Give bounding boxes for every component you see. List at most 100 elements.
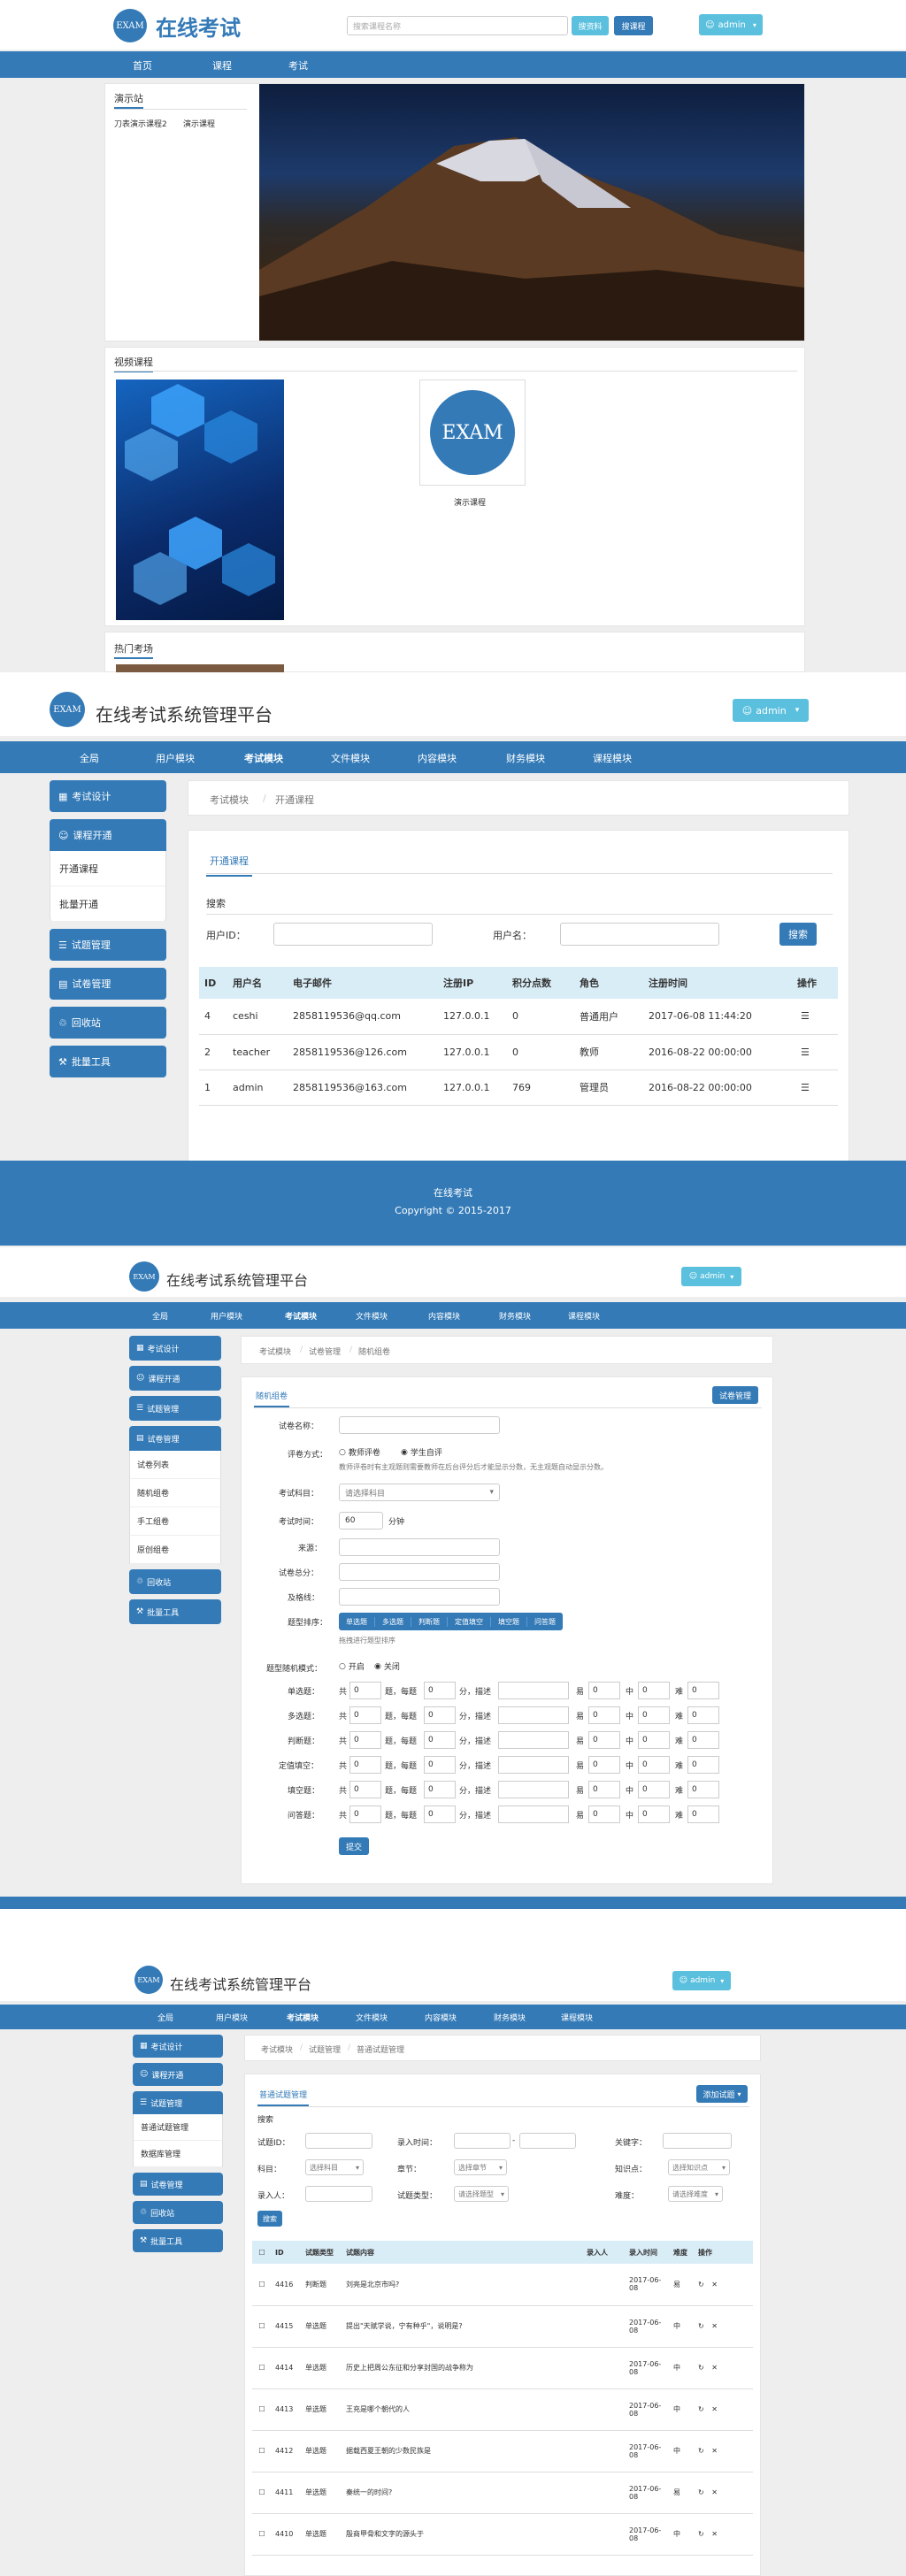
- sidebar-question-mgmt[interactable]: ☰ 试题管理: [129, 1396, 221, 1421]
- nav-exam-module[interactable]: 考试模块: [287, 2012, 319, 2023]
- sidebar-exam-design[interactable]: ▦ 考试设计: [133, 2035, 223, 2058]
- nav-global[interactable]: 全局: [157, 2012, 173, 2023]
- nav-courses[interactable]: 课程: [212, 58, 232, 73]
- medium-input[interactable]: 0: [638, 1781, 670, 1798]
- nav-file-module[interactable]: 文件模块: [331, 751, 370, 765]
- add-question-button[interactable]: 添加试题 ▾: [696, 2085, 748, 2103]
- score-input[interactable]: 0: [424, 1781, 456, 1798]
- score-input[interactable]: 0: [424, 1706, 456, 1724]
- submit-button[interactable]: 提交: [339, 1837, 369, 1855]
- radio-random-off[interactable]: ◉ 关闭: [374, 1660, 400, 1673]
- question-type-select[interactable]: 请选择题型 ▾: [454, 2186, 509, 2202]
- entry-time-start-input[interactable]: [454, 2133, 511, 2149]
- row-checkbox[interactable]: ☐: [252, 2513, 272, 2555]
- sidebar-batch-tools[interactable]: ⚒ 批量工具: [50, 1046, 166, 1077]
- breadcrumb-item-2[interactable]: 试题管理: [309, 2043, 341, 2055]
- sidebar-recycle[interactable]: ♲ 回收站: [129, 1569, 221, 1594]
- hexagon-course-image[interactable]: [116, 380, 284, 620]
- row-checkbox[interactable]: ☐: [252, 2472, 272, 2513]
- logo[interactable]: EXAM: [129, 1261, 159, 1292]
- delete-icon[interactable]: ✕: [711, 2281, 718, 2288]
- edit-icon[interactable]: ↻: [698, 2405, 704, 2413]
- medium-input[interactable]: 0: [638, 1756, 670, 1774]
- nav-finance-module[interactable]: 财务模块: [506, 751, 545, 765]
- user-menu-button[interactable]: ☺ admin ▾: [681, 1267, 741, 1286]
- delete-icon[interactable]: ✕: [711, 2488, 718, 2496]
- nav-user-module[interactable]: 用户模块: [216, 2012, 248, 2023]
- duration-input[interactable]: 60: [339, 1512, 383, 1530]
- sidebar-course-open[interactable]: ☺ 课程开通: [50, 819, 166, 851]
- easy-input[interactable]: 0: [588, 1781, 620, 1798]
- tab-normal-questions[interactable]: 普通试题管理: [257, 2089, 310, 2106]
- medium-input[interactable]: 0: [638, 1806, 670, 1823]
- sidebar-batch-tools[interactable]: ⚒ 批量工具: [133, 2229, 223, 2252]
- row-checkbox[interactable]: ☐: [252, 2347, 272, 2388]
- desc-input[interactable]: [498, 1682, 569, 1699]
- sidebar-sub-open-course[interactable]: 开通课程: [50, 851, 166, 886]
- breadcrumb-item-1[interactable]: 考试模块: [261, 2043, 293, 2055]
- delete-icon[interactable]: ✕: [711, 2447, 718, 2455]
- entry-time-end-input[interactable]: [519, 2133, 576, 2149]
- breadcrumb-item-1[interactable]: 考试模块: [259, 1346, 291, 1357]
- nav-home[interactable]: 首页: [133, 58, 152, 73]
- nav-course-module[interactable]: 课程模块: [561, 2012, 593, 2023]
- hard-input[interactable]: 0: [687, 1756, 719, 1774]
- count-input[interactable]: 0: [349, 1731, 381, 1749]
- radio-teacher-grading[interactable]: ○ 教师评卷: [339, 1446, 380, 1459]
- nav-exams[interactable]: 考试: [288, 58, 308, 73]
- score-input[interactable]: 0: [424, 1756, 456, 1774]
- user-id-input[interactable]: [273, 923, 433, 946]
- search-input[interactable]: 搜索课程名称: [347, 16, 568, 35]
- score-input[interactable]: 0: [424, 1682, 456, 1699]
- knowledge-select[interactable]: 选择知识点 ▾: [668, 2159, 730, 2175]
- demo-link-1[interactable]: 刀表演示课程2: [114, 118, 167, 129]
- count-input[interactable]: 0: [349, 1806, 381, 1823]
- hard-input[interactable]: 0: [687, 1806, 719, 1823]
- nav-content-module[interactable]: 内容模块: [428, 1310, 460, 1322]
- nav-exam-module[interactable]: 考试模块: [285, 1310, 317, 1322]
- edit-icon[interactable]: ↻: [698, 2530, 704, 2538]
- edit-icon[interactable]: ↻: [698, 2322, 704, 2330]
- sidebar-course-open[interactable]: ☺ 课程开通: [129, 1366, 221, 1391]
- sidebar-recycle[interactable]: ♲ 回收站: [50, 1007, 166, 1039]
- sidebar-sub-normal-questions[interactable]: 普通试题管理: [133, 2114, 223, 2141]
- sidebar-recycle[interactable]: ♲ 回收站: [133, 2201, 223, 2224]
- total-score-input[interactable]: [339, 1563, 500, 1581]
- user-menu-button[interactable]: ☺ admin ▾: [699, 14, 763, 35]
- row-checkbox[interactable]: ☐: [252, 2430, 272, 2472]
- paper-name-input[interactable]: [339, 1416, 500, 1434]
- desc-input[interactable]: [498, 1706, 569, 1724]
- search-button[interactable]: 搜索: [779, 923, 817, 946]
- username-input[interactable]: [560, 923, 719, 946]
- sidebar-question-mgmt[interactable]: ☰ 试题管理: [133, 2091, 223, 2114]
- hard-input[interactable]: 0: [687, 1682, 719, 1699]
- user-menu-button[interactable]: ☺ admin ▾: [733, 699, 809, 722]
- course-name[interactable]: 演示课程: [454, 496, 486, 508]
- easy-input[interactable]: 0: [588, 1731, 620, 1749]
- delete-icon[interactable]: ✕: [711, 2322, 718, 2330]
- order-type-fill[interactable]: 填空题: [491, 1616, 527, 1627]
- order-type-single[interactable]: 单选题: [339, 1616, 375, 1627]
- delete-icon[interactable]: ✕: [711, 2405, 718, 2413]
- edit-icon[interactable]: ↻: [698, 2488, 704, 2496]
- medium-input[interactable]: 0: [638, 1731, 670, 1749]
- nav-finance-module[interactable]: 财务模块: [494, 2012, 526, 2023]
- difficulty-select[interactable]: 请选择难度 ▾: [668, 2186, 723, 2202]
- nav-content-module[interactable]: 内容模块: [425, 2012, 457, 2023]
- easy-input[interactable]: 0: [588, 1806, 620, 1823]
- radio-self-grading[interactable]: ◉ 学生自评: [401, 1446, 442, 1459]
- sidebar-sub-batch-open[interactable]: 批量开通: [50, 886, 166, 922]
- count-input[interactable]: 0: [349, 1706, 381, 1724]
- breadcrumb-item-1[interactable]: 考试模块: [210, 793, 249, 807]
- exam-course-card[interactable]: EXAM: [419, 380, 526, 486]
- nav-global[interactable]: 全局: [80, 751, 99, 765]
- sidebar-sub-database[interactable]: 数据库管理: [133, 2141, 223, 2167]
- logo[interactable]: EXAM: [113, 9, 147, 42]
- sidebar-exam-design[interactable]: ▦ 考试设计: [50, 780, 166, 812]
- breadcrumb-item-2[interactable]: 试卷管理: [309, 1346, 341, 1357]
- list-icon[interactable]: ☰: [801, 1010, 810, 1022]
- sidebar-course-open[interactable]: ☺ 课程开通: [133, 2063, 223, 2086]
- sidebar-paper-mgmt[interactable]: ▤ 试卷管理: [129, 1426, 221, 1451]
- nav-course-module[interactable]: 课程模块: [568, 1310, 600, 1322]
- sidebar-question-mgmt[interactable]: ☰ 试题管理: [50, 929, 166, 961]
